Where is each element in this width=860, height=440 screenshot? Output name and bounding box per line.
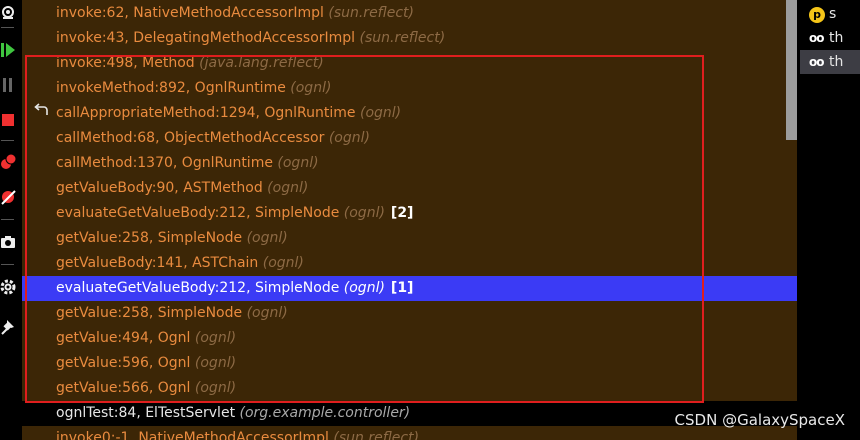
frame-package: (ognl) [267,180,309,196]
frame-method: evaluateGetValueBody:212, SimpleNode [56,280,340,296]
frame-method: getValue:258, SimpleNode [56,305,243,321]
frame-method: invokeMethod:892, OgnlRuntime [56,80,286,96]
stack-frame[interactable]: getValueBody:90, ASTMethod (ognl) [22,176,797,201]
view-breakpoints-icon[interactable] [0,4,16,20]
toolbar-divider [1,27,14,28]
toolbar-divider [1,219,14,220]
stack-frame[interactable]: callAppropriateMethod:1294, OgnlRuntime … [22,101,797,126]
toolbar-divider [1,140,14,141]
stack-frame[interactable]: invokeMethod:892, OgnlRuntime (ognl) [22,76,797,101]
stack-frame[interactable]: getValue:566, Ognl (ognl) [22,376,797,401]
frame-package: (org.example.controller) [239,405,411,421]
mute-breakpoints-icon[interactable] [0,188,16,206]
frame-method: callAppropriateMethod:1294, OgnlRuntime [56,105,356,121]
variable-item[interactable]: oo th [800,26,860,50]
stack-frame[interactable]: getValue:258, SimpleNode (ognl) [22,226,797,251]
call-stack-frames-panel: invoke:62, NativeMethodAccessorImpl (sun… [22,0,797,440]
frame-badge: [1] [390,280,414,296]
stop-icon[interactable] [0,112,16,128]
watch-glasses-icon: oo [809,55,824,69]
frame-package: (ognl) [343,205,385,221]
settings-icon[interactable] [0,278,16,296]
watch-glasses-icon: oo [809,31,824,45]
stack-frame[interactable]: getValue:494, Ognl (ognl) [22,326,797,351]
frame-package: (ognl) [194,330,237,346]
frame-method: ognlTest:84, ElTestServlet [56,405,236,421]
frame-method: invoke:62, NativeMethodAccessorImpl [56,5,324,21]
stack-frame[interactable]: invoke:498, Method (java.lang.reflect) [22,51,797,76]
parameter-icon: p [809,2,825,26]
frame-method: callMethod:1370, OgnlRuntime [56,155,273,171]
debug-toolbar [0,0,16,440]
breakpoints-icon[interactable] [0,153,16,171]
frame-method: getValue:258, SimpleNode [56,230,243,246]
frame-package: (ognl) [246,230,288,246]
frame-package: (ognl) [246,305,288,321]
frame-package: (ognl) [343,280,385,296]
frame-package: (ognl) [359,105,402,121]
stack-frame[interactable]: getValue:258, SimpleNode (ognl) [22,301,797,326]
stack-frame[interactable]: callMethod:1370, OgnlRuntime (ognl) [22,151,797,176]
variable-item-selected[interactable]: oo th [800,50,860,74]
frame-package: (ognl) [194,355,237,371]
stack-frame[interactable]: evaluateGetValueBody:212, SimpleNode (og… [22,201,797,226]
frame-package: (java.lang.reflect) [199,55,324,71]
variable-item[interactable]: ps [800,2,860,26]
frame-package: (ognl) [277,155,319,171]
frame-method: getValueBody:141, ASTChain [56,255,259,271]
frame-method: getValue:494, Ognl [56,330,191,346]
pin-icon[interactable] [0,318,16,336]
frame-package: (sun.reflect) [328,5,414,21]
stack-frame-selected[interactable]: evaluateGetValueBody:212, SimpleNode (og… [22,276,797,301]
resume-icon[interactable] [0,42,16,58]
frame-badge: [2] [390,205,414,221]
frame-method: evaluateGetValueBody:212, SimpleNode [56,205,340,221]
frame-package: (sun.reflect) [359,30,446,46]
stack-frame[interactable]: getValue:596, Ognl (ognl) [22,351,797,376]
toolbar-divider [1,264,14,265]
pause-icon[interactable] [0,77,16,93]
drop-frame-icon[interactable] [32,101,50,126]
stack-frame[interactable]: callMethod:68, ObjectMethodAccessor (ogn… [22,126,797,151]
frames-scrollbar[interactable] [786,0,797,140]
frame-method: invoke0:-1, NativeMethodAccessorImpl [56,430,329,440]
frame-method: callMethod:68, ObjectMethodAccessor [56,130,325,146]
frame-method: getValueBody:90, ASTMethod [56,180,263,196]
frame-package: (ognl) [290,80,332,96]
camera-icon[interactable] [0,233,16,251]
watermark: CSDN @GalaxySpaceX [674,411,845,429]
frame-method: invoke:43, DelegatingMethodAccessorImpl [56,30,356,46]
variable-label: th [829,30,844,46]
variable-label: th [829,54,844,70]
stack-frame[interactable]: getValueBody:141, ASTChain (ognl) [22,251,797,276]
stack-frame[interactable]: invoke:43, DelegatingMethodAccessorImpl … [22,26,797,51]
frame-package: (sun.reflect) [333,430,420,440]
stack-frame[interactable]: invoke:62, NativeMethodAccessorImpl (sun… [22,1,797,26]
frame-package: (ognl) [262,255,304,271]
frame-method: getValue:596, Ognl [56,355,191,371]
frame-method: getValue:566, Ognl [56,380,191,396]
frame-package: (ognl) [194,380,237,396]
variables-panel: ps oo th oo th [800,0,860,440]
frame-package: (ognl) [328,130,370,146]
variable-label: s [829,6,837,22]
frame-method: invoke:498, Method [56,55,195,71]
